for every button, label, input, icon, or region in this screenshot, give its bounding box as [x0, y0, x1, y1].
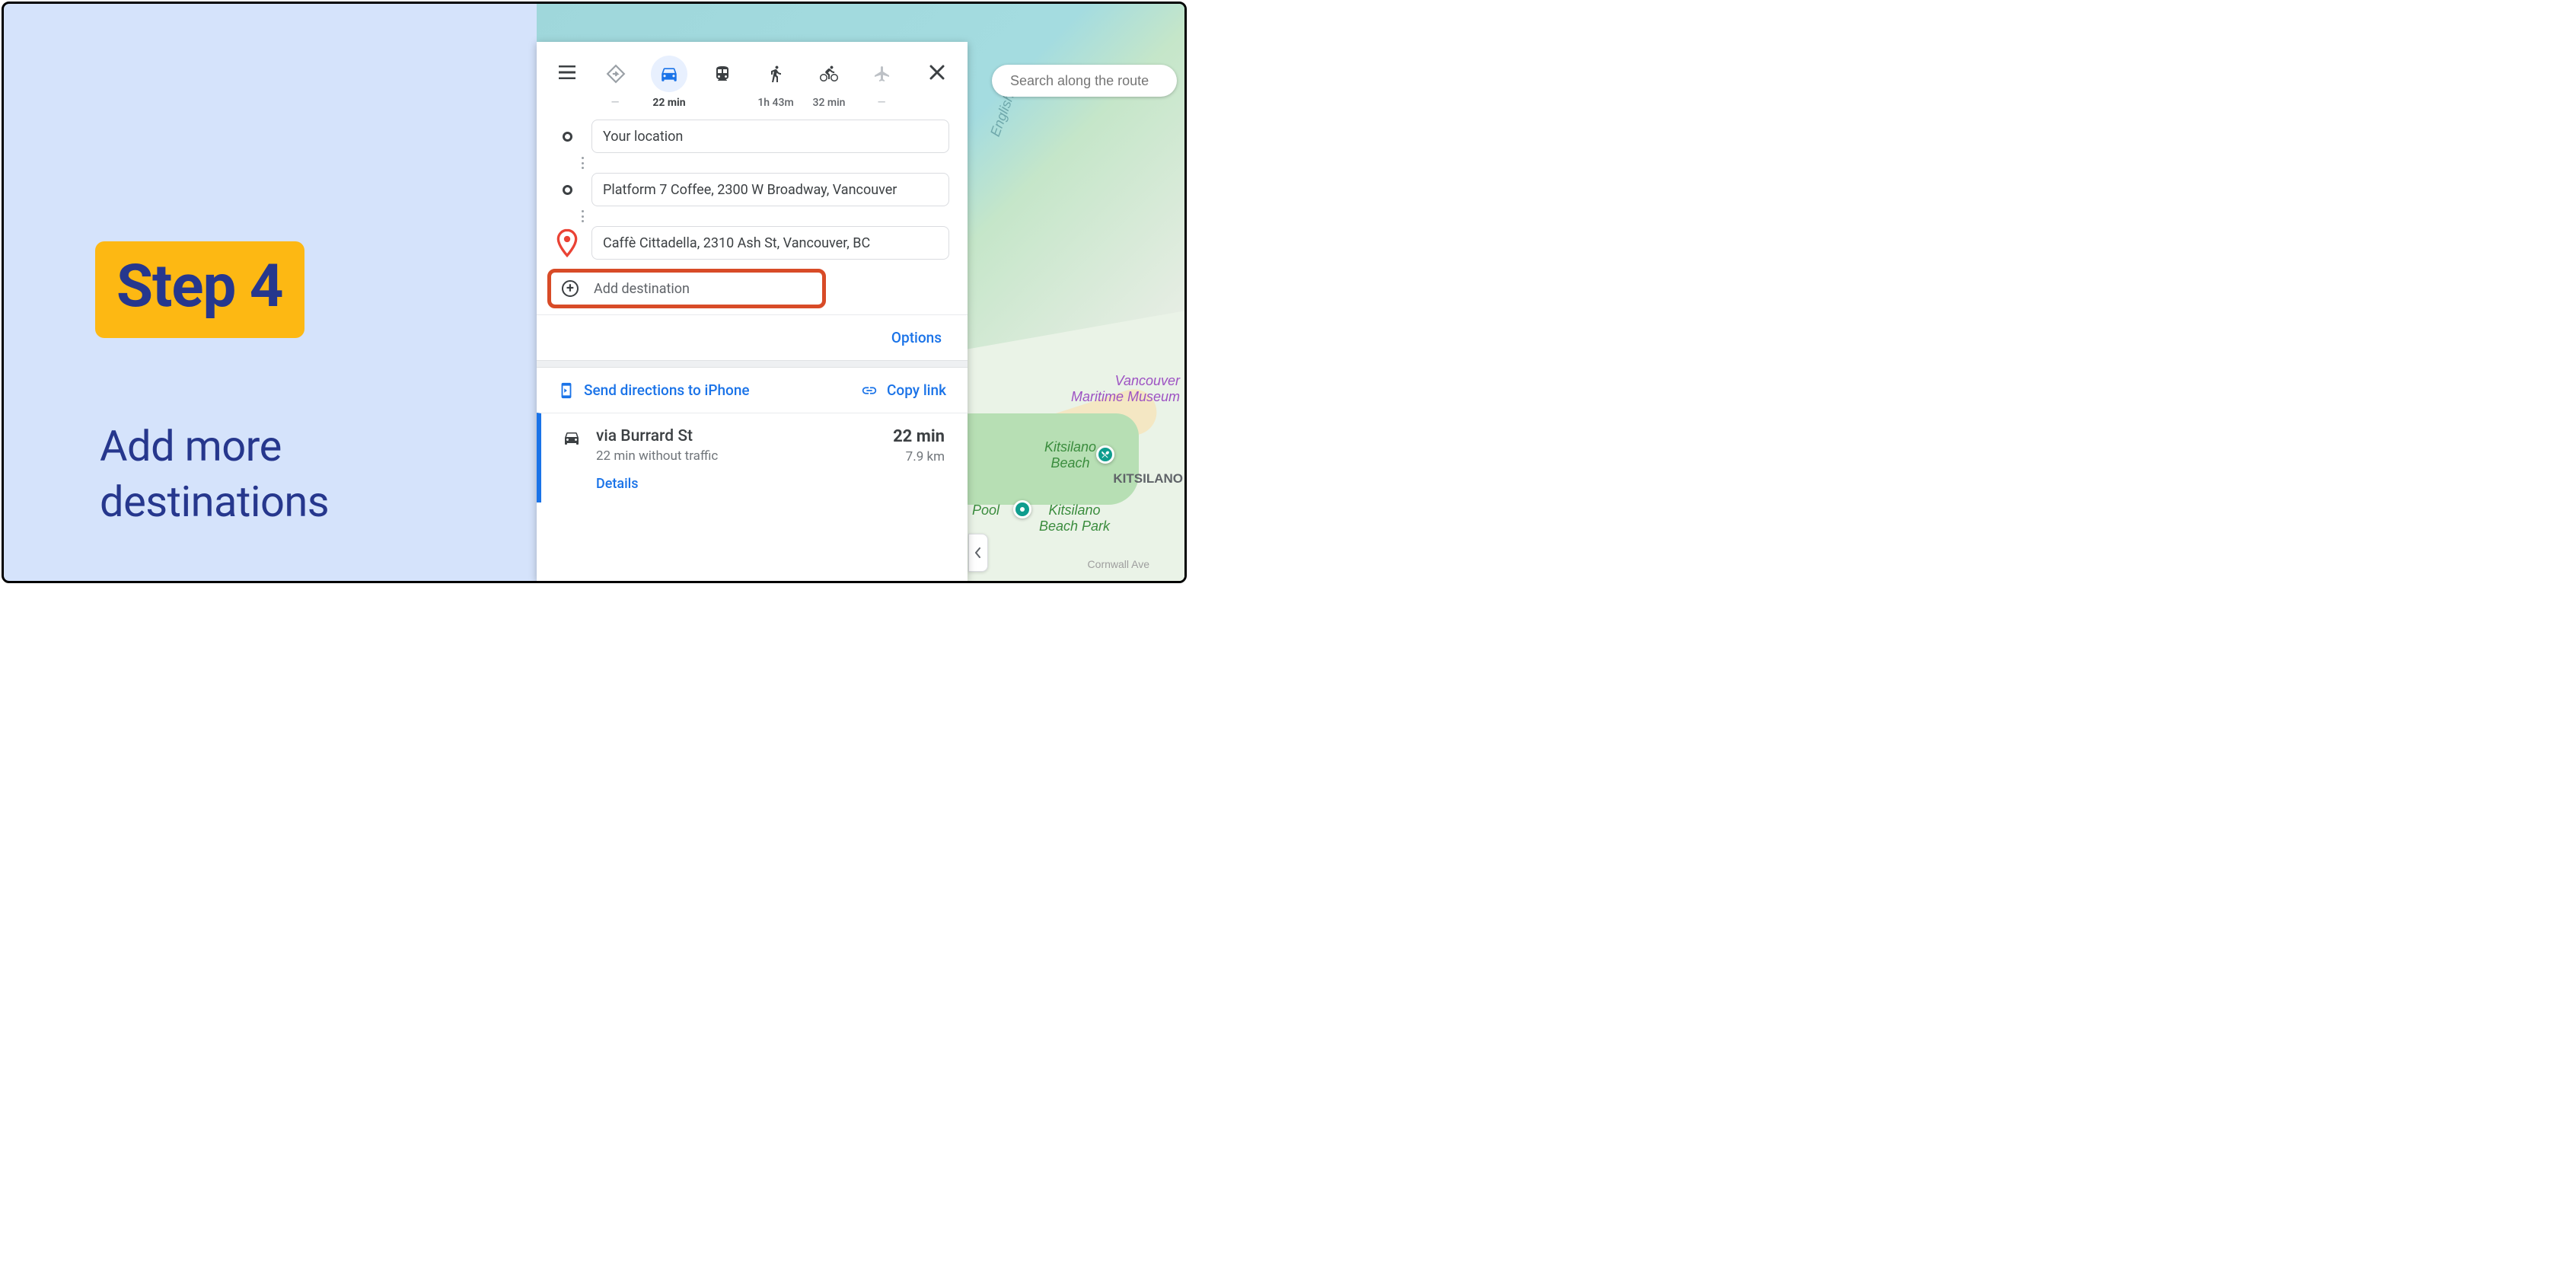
map-label-pool: Pool — [972, 502, 999, 518]
map-poi-icon-beach[interactable] — [1096, 445, 1114, 464]
directions-icon — [598, 56, 634, 92]
menu-button[interactable] — [550, 56, 584, 89]
map-label-kits-side: KITSILANO — [1113, 471, 1183, 486]
mode-driving[interactable]: 22 min — [643, 56, 695, 109]
route-subtitle: 22 min without traffic — [596, 448, 878, 464]
transit-icon — [704, 56, 741, 92]
mode-transit[interactable] — [697, 56, 748, 97]
mode-driving-sub: 22 min — [652, 97, 685, 109]
step-description: Add more destinations — [100, 419, 329, 530]
walk-icon — [757, 56, 794, 92]
route-time: 22 min — [893, 427, 945, 446]
link-icon — [861, 382, 878, 399]
send-to-phone-button[interactable]: Send directions to iPhone — [558, 381, 750, 399]
mode-best[interactable]: — — [590, 56, 642, 109]
waypoint-handle-icon — [552, 185, 582, 195]
map-label-cornwall: Cornwall Ave — [1088, 558, 1149, 570]
waypoint-input-origin[interactable]: Your location — [591, 120, 949, 153]
map-label-kits-park: Kitsilano Beach Park — [1039, 502, 1110, 534]
mode-cycling[interactable]: 32 min — [803, 56, 855, 109]
waypoint-stop-1: Platform 7 Coffee, 2300 W Broadway, Vanc… — [552, 171, 949, 208]
mode-walking[interactable]: 1h 43m — [750, 56, 802, 109]
mode-flight[interactable]: — — [856, 56, 908, 109]
destination-pin-icon — [552, 228, 582, 258]
plus-icon — [562, 280, 579, 297]
waypoint-input-stop-1[interactable]: Platform 7 Coffee, 2300 W Broadway, Vanc… — [591, 173, 949, 206]
send-to-phone-label: Send directions to iPhone — [584, 381, 750, 399]
waypoint-handle-icon — [552, 132, 582, 142]
copy-link-button[interactable]: Copy link — [861, 381, 946, 399]
collapse-panel-button[interactable] — [968, 534, 988, 572]
mode-walking-sub: 1h 43m — [757, 97, 793, 109]
waypoints-list: Your location Platform 7 Coffee, 2300 W … — [537, 116, 968, 264]
add-destination-label: Add destination — [594, 281, 690, 297]
map-label-maritime: Vancouver Maritime Museum — [1071, 373, 1180, 405]
share-row: Send directions to iPhone Copy link — [537, 368, 968, 413]
route-card[interactable]: via Burrard St 22 min without traffic De… — [537, 413, 968, 502]
copy-link-label: Copy link — [887, 381, 946, 399]
route-details-link[interactable]: Details — [596, 476, 878, 492]
search-along-route[interactable] — [992, 65, 1177, 97]
close-button[interactable] — [920, 56, 954, 89]
route-title: via Burrard St — [596, 427, 878, 445]
mode-flight-sub: — — [878, 97, 888, 109]
plane-icon — [864, 56, 901, 92]
travel-mode-row: — 22 min 1h 43m — [537, 42, 968, 116]
bike-icon — [811, 56, 847, 92]
car-icon — [651, 56, 687, 92]
waypoint-destination: Caffè Cittadella, 2310 Ash St, Vancouver… — [552, 225, 949, 261]
map-poi-icon-pool[interactable] — [1013, 500, 1031, 518]
mode-cycling-sub: 32 min — [813, 97, 846, 109]
step-badge: Step 4 — [95, 241, 304, 338]
search-along-route-input[interactable] — [1010, 73, 1177, 89]
route-distance: 7.9 km — [893, 449, 945, 464]
directions-panel: — 22 min 1h 43m — [537, 42, 968, 581]
send-to-phone-icon — [558, 382, 575, 399]
waypoint-origin: Your location — [552, 118, 949, 155]
mode-best-sub: — — [611, 97, 621, 109]
options-link[interactable]: Options — [891, 329, 942, 346]
waypoint-input-destination[interactable]: Caffè Cittadella, 2310 Ash St, Vancouver… — [591, 226, 949, 260]
map-label-kits-beach: Kitsilano Beach — [1044, 439, 1096, 471]
add-destination-button[interactable]: Add destination — [547, 269, 826, 308]
car-icon — [563, 429, 581, 492]
